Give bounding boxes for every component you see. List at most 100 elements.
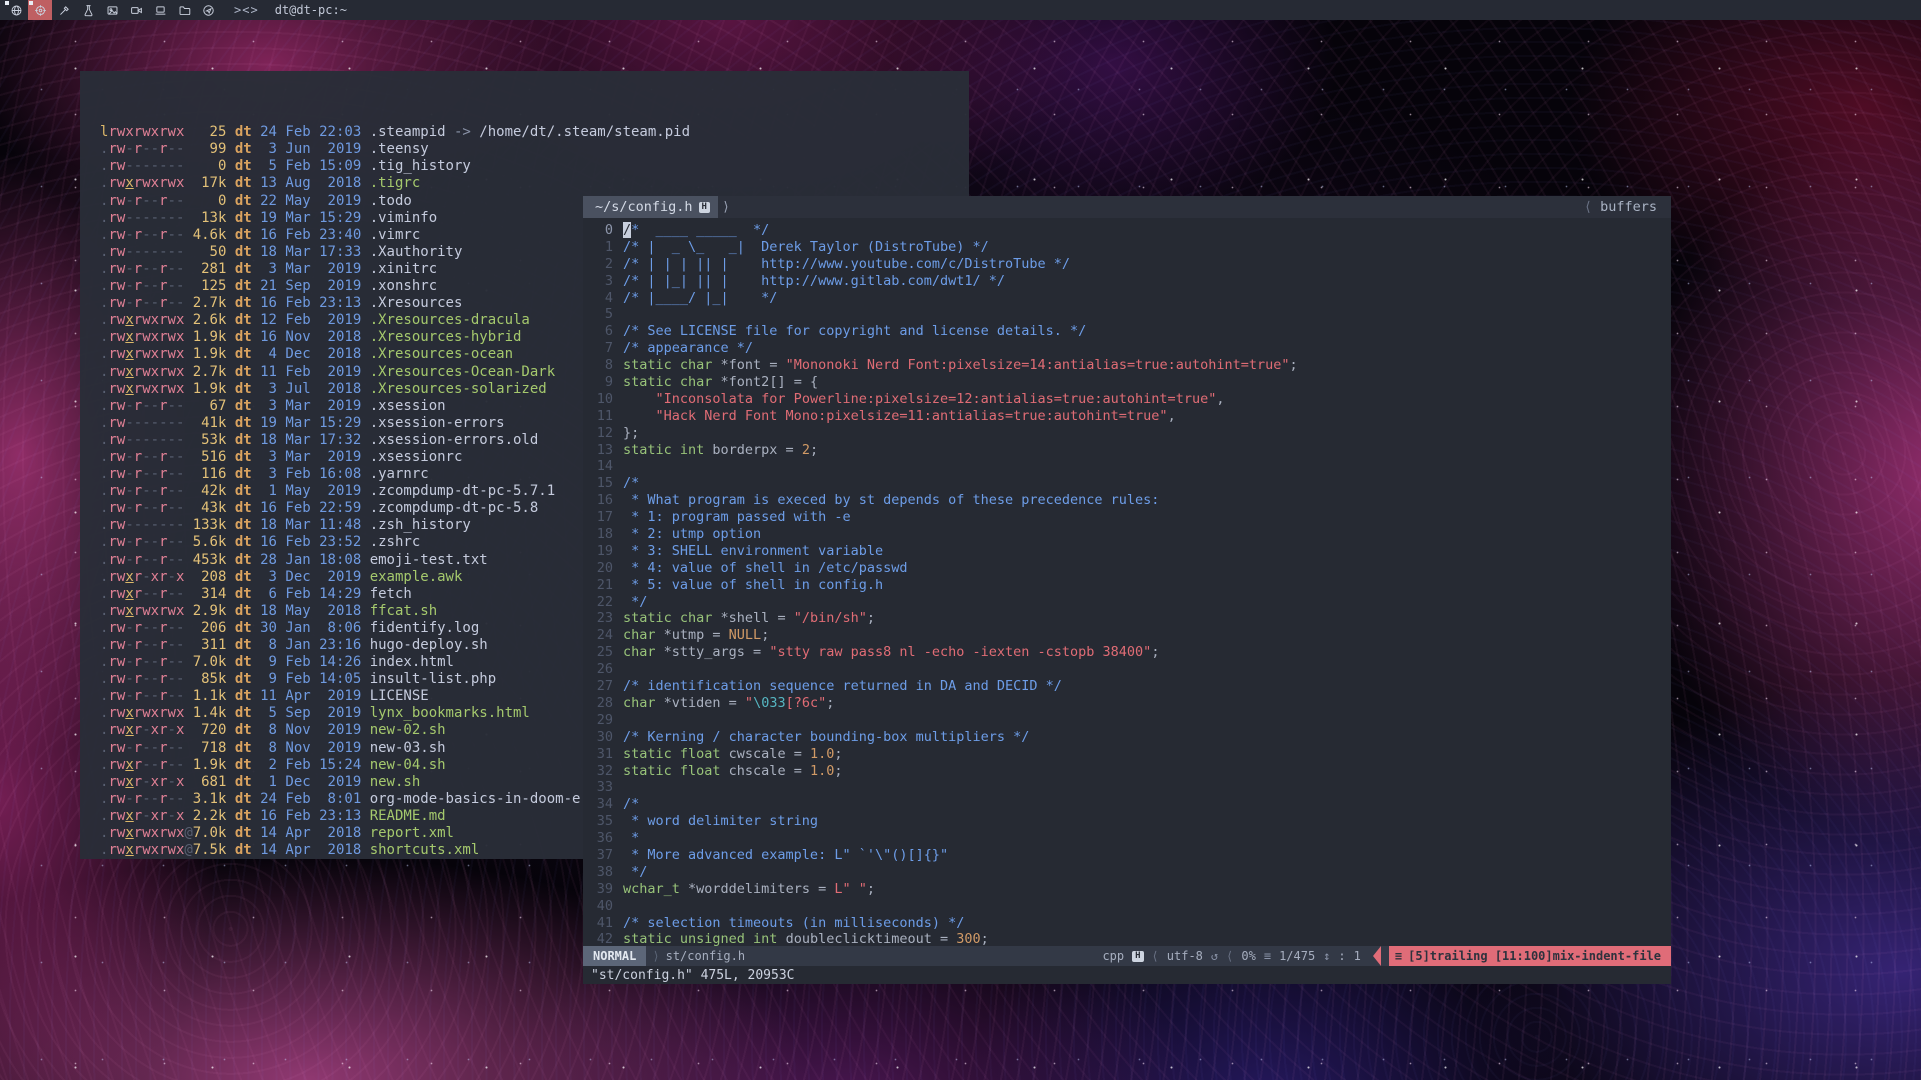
- file-owner: dt: [226, 244, 260, 260]
- lint-warnings-badge: ≡ [5]trailing [11:100]mix-indent-file: [1389, 946, 1671, 966]
- file-permissions: .rwxrwxrwx: [100, 381, 193, 398]
- file-name: ffcat.sh: [370, 603, 437, 619]
- file-size: 516: [193, 449, 227, 466]
- file-name: new-03.sh: [370, 740, 446, 756]
- file-name: .zsh_history: [370, 517, 471, 533]
- file-permissions: .rwxrwxrwx@: [100, 825, 193, 842]
- file-size: 0: [193, 158, 227, 175]
- file-date: 19 Mar 15:29: [260, 210, 361, 227]
- line-number: 22: [583, 594, 623, 611]
- file-name: example.awk: [370, 569, 463, 585]
- file-size: 50: [193, 244, 227, 261]
- flask-icon[interactable]: [76, 0, 100, 20]
- code-line: 23static char *shell = "/bin/sh";: [583, 610, 1671, 627]
- line-number: 6: [583, 323, 623, 340]
- buffers-label[interactable]: buffers: [1600, 199, 1657, 215]
- powerline-arrow-icon: [1373, 946, 1381, 966]
- line-number: 20: [583, 560, 623, 577]
- laptop-icon[interactable]: [148, 0, 172, 20]
- file-size: 2.7k: [193, 295, 227, 312]
- file-date: 18 May 2018: [260, 603, 361, 620]
- code-line: 35 * word delimiter string: [583, 813, 1671, 830]
- file-permissions: .rw-r--r--: [100, 261, 193, 278]
- file-permissions: .rw-r--r--: [100, 791, 193, 808]
- file-size: 1.9k: [193, 346, 227, 363]
- file-permissions: .rw-r--r--: [100, 398, 193, 415]
- file-permissions: .rwxr-xr-x: [100, 722, 193, 739]
- file-date: 16 Feb 23:52: [260, 534, 361, 551]
- vim-message-line: "st/config.h" 475L, 20953C: [583, 966, 1671, 984]
- line-number: 0: [583, 222, 623, 239]
- code-line: 27/* identification sequence returned in…: [583, 678, 1671, 695]
- line-number: 32: [583, 763, 623, 780]
- code-line: 42static unsigned int doubleclicktimeout…: [583, 931, 1671, 946]
- file-size: 0: [193, 193, 227, 210]
- file-date: 12 Feb 2019: [260, 312, 361, 329]
- file-date: 19 Mar 15:29: [260, 415, 361, 432]
- code-line: 24char *utmp = NULL;: [583, 627, 1671, 644]
- file-size: 2.9k: [193, 603, 227, 620]
- code-line: 37 * More advanced example: L" `'\"()[]{…: [583, 847, 1671, 864]
- file-permissions: .rw-r--r--: [100, 740, 193, 757]
- file-date: 14 Apr 2018: [260, 842, 361, 859]
- file-size: 2.6k: [193, 312, 227, 329]
- camera-icon[interactable]: [124, 0, 148, 20]
- file-size: 7.0k: [193, 654, 227, 671]
- code-line: 22 */: [583, 594, 1671, 611]
- file-date: 3 Dec 2019: [260, 569, 361, 586]
- file-permissions: .rwxr-xr-x: [100, 569, 193, 586]
- file-date: 28 Jan 18:08: [260, 552, 361, 569]
- file-name: .teensy: [370, 141, 429, 157]
- file-permissions: .rw-r--r--: [100, 500, 193, 517]
- code-line: 39wchar_t *worddelimiters = L" ";: [583, 881, 1671, 898]
- file-size: 2.7k: [193, 364, 227, 381]
- line-number: 23: [583, 610, 623, 627]
- line-number: 34: [583, 796, 623, 813]
- picker-icon[interactable]: [52, 0, 76, 20]
- file-owner: dt: [226, 193, 260, 209]
- code-line: 31static float cwscale = 1.0;: [583, 746, 1671, 763]
- line-number: 21: [583, 577, 623, 594]
- target-icon[interactable]: [28, 0, 52, 20]
- line-number: 29: [583, 712, 623, 729]
- file-size: 1.9k: [193, 757, 227, 774]
- image-icon[interactable]: [100, 0, 124, 20]
- os-icon: ↺: [1211, 949, 1218, 963]
- file-permissions: .rwxr--r--: [100, 757, 193, 774]
- line-number: 42: [583, 931, 623, 946]
- file-name: insult-list.php: [370, 671, 496, 687]
- file-name: .xsession-errors.old: [370, 432, 539, 448]
- code-area[interactable]: 0/* ____ _____ */1/* | _ \_ _| Derek Tay…: [583, 218, 1671, 946]
- globe-icon[interactable]: [4, 0, 28, 20]
- statusline-right: cpp H ⟨ utf-8 ↺ ⟨ 0% ≡ 1/475 ↕ : 1 ≡ [5]…: [1102, 946, 1671, 966]
- vim-statusline: NORMAL ⟩ st/config.h cpp H ⟨ utf-8 ↺ ⟨ 0…: [583, 946, 1671, 966]
- file-owner: dt: [226, 654, 260, 670]
- file-owner: dt: [226, 705, 260, 721]
- file-permissions: .rwxrwxrwx: [100, 603, 193, 620]
- code-line: 9static char *font2[] = {: [583, 374, 1671, 391]
- file-date: 3 Mar 2019: [260, 449, 361, 466]
- code-line: 30/* Kerning / character bounding-box mu…: [583, 729, 1671, 746]
- send-icon[interactable]: [196, 0, 220, 20]
- tab-config-h[interactable]: ~/s/config.h H: [583, 196, 718, 218]
- file-owner: dt: [226, 364, 260, 380]
- file-name: lynx_bookmarks.html: [370, 705, 530, 721]
- segment-separator-icon: ⟩: [646, 949, 665, 963]
- file-date: 1 Dec 2019: [260, 774, 361, 791]
- vim-window[interactable]: ~/s/config.h H ⟩ ⟨ buffers 0/* ____ ____…: [583, 196, 1671, 984]
- chevron-left-icon: ⟨: [1584, 199, 1592, 215]
- file-owner: dt: [226, 620, 260, 636]
- file-permissions: .rw-------: [100, 415, 193, 432]
- folder-icon[interactable]: [172, 0, 196, 20]
- file-owner: dt: [226, 825, 260, 841]
- file-owner: dt: [226, 483, 260, 499]
- file-size: 85k: [193, 671, 227, 688]
- code-line: 11 "Hack Nerd Font Mono:pixelsize=11:ant…: [583, 408, 1671, 425]
- file-name: .zcompdump-dt-pc-5.8: [370, 500, 539, 516]
- file-date: 24 Feb 22:03: [260, 124, 361, 141]
- file-size: 4.6k: [193, 227, 227, 244]
- filetype-icon: H: [1132, 951, 1143, 962]
- file-size: 1.9k: [193, 329, 227, 346]
- file-permissions: .rw-r--r--: [100, 534, 193, 551]
- file-permissions: .rw-r--r--: [100, 449, 193, 466]
